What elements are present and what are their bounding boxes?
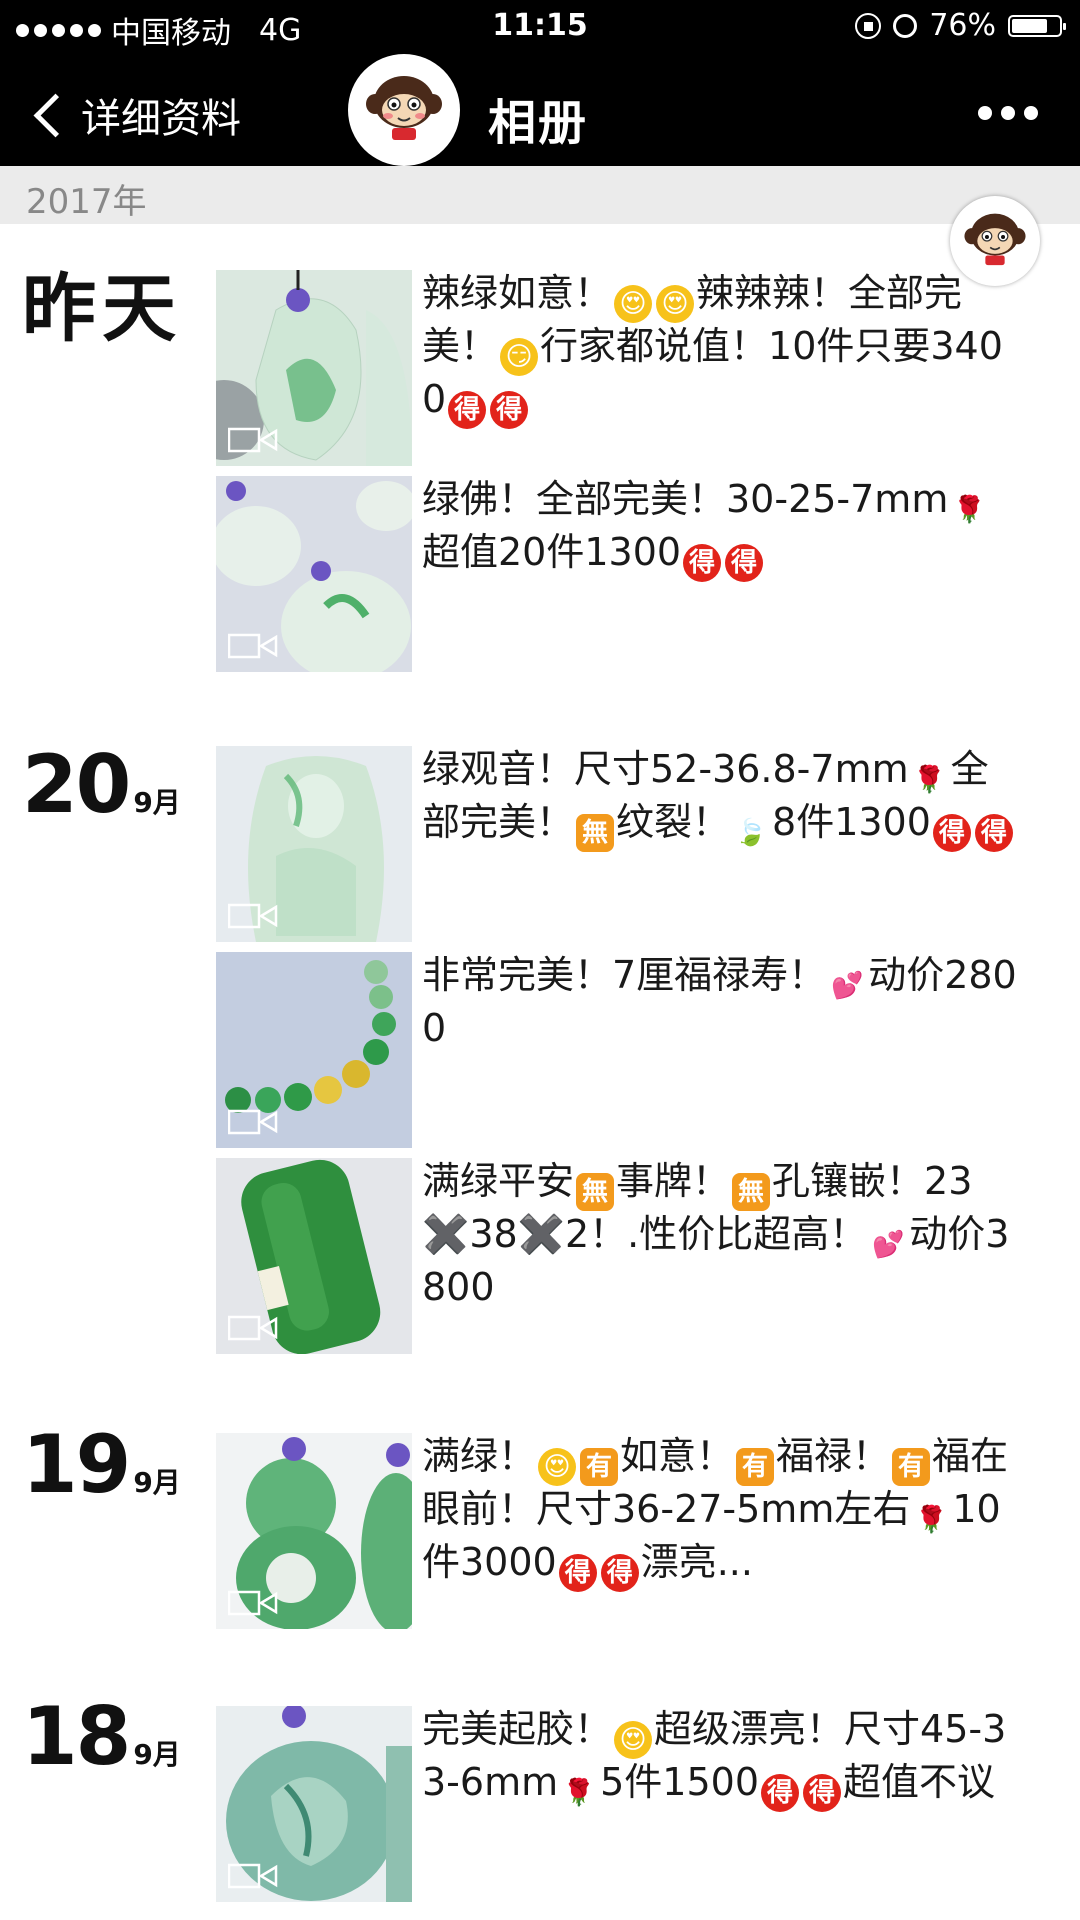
- chevron-left-icon: [33, 93, 78, 137]
- post-caption: 满绿平安無事牌！無孔镶嵌！23✖️38✖️2！.性价比超高！ 💕 动价3800: [422, 1158, 1022, 1310]
- more-options-button[interactable]: [978, 106, 1038, 120]
- month-label: 9月: [133, 786, 181, 819]
- day-label: 18 9月: [22, 1697, 181, 1777]
- caption-text: 5件1500: [600, 1760, 759, 1804]
- day-number: 19: [22, 1418, 131, 1511]
- video-camera-icon: [228, 1109, 278, 1135]
- face-emoji-icon: 😍: [538, 1448, 577, 1486]
- year-header: 2017年: [0, 166, 1080, 224]
- rose-emoji-icon: 🌹: [913, 765, 946, 795]
- alarm-icon: [893, 13, 918, 38]
- video-thumbnail[interactable]: [216, 952, 412, 1148]
- album-entry[interactable]: 完美起胶！ 😍 超级漂亮！尺寸45-33-6mm 🌹 5件1500 得得超值不议: [216, 1706, 1056, 1902]
- caption-text: 满绿！: [422, 1434, 537, 1478]
- caption-text: 漂亮...: [640, 1540, 753, 1584]
- face-emoji-icon: 😍: [656, 285, 695, 323]
- video-thumbnail[interactable]: [216, 1158, 412, 1354]
- album-entry[interactable]: 满绿！ 😍 有如意！有福禄！有福在眼前！尺寸36-27-5mm左右 🌹 10件3000 得…: [216, 1433, 1056, 1629]
- video-thumbnail[interactable]: [216, 476, 412, 672]
- month-label: 9月: [133, 1738, 181, 1771]
- de-emoji-icon: 得: [932, 814, 971, 852]
- caption-text: 8件1300: [772, 800, 931, 844]
- caption-text: 非常完美！7厘福禄寿！: [422, 953, 827, 997]
- wu-emoji-icon: 無: [576, 1173, 615, 1211]
- day-number: 18: [22, 1690, 131, 1783]
- de-emoji-icon: 得: [761, 1774, 799, 1812]
- video-camera-icon: [228, 1315, 278, 1341]
- caption-text: 如意！: [620, 1434, 735, 1478]
- post-caption: 完美起胶！ 😍 超级漂亮！尺寸45-33-6mm 🌹 5件1500 得得超值不议: [422, 1706, 1022, 1812]
- leaf-emoji-icon: 🍃: [734, 818, 768, 848]
- page-title: 相册: [488, 95, 589, 151]
- post-caption: 非常完美！7厘福禄寿！ 💕 动价2800: [422, 952, 1022, 1051]
- de-emoji-icon: 得: [558, 1554, 597, 1592]
- face-emoji-icon: 😍: [614, 1721, 653, 1759]
- nav-bar: 详细资料 相册: [0, 54, 1080, 166]
- day-label: 昨天: [22, 272, 182, 346]
- face-emoji-icon: 😍: [614, 285, 653, 323]
- de-emoji-icon: 得: [490, 391, 529, 429]
- battery-percent: 76%: [929, 8, 996, 43]
- you-emoji-icon: 有: [580, 1448, 619, 1486]
- de-emoji-icon: 得: [725, 544, 764, 582]
- de-emoji-icon: 得: [803, 1774, 841, 1812]
- video-camera-icon: [228, 903, 278, 929]
- day-label: 20 9月: [22, 745, 181, 825]
- wu-emoji-icon: 無: [732, 1173, 771, 1211]
- rose-emoji-icon: 🌹: [562, 1778, 596, 1808]
- monkey-logo-icon: [366, 76, 442, 140]
- rotation-lock-icon: [855, 12, 882, 39]
- post-caption: 满绿！ 😍 有如意！有福禄！有福在眼前！尺寸36-27-5mm左右 🌹 10件3000 得…: [422, 1433, 1022, 1592]
- caption-text: 绿佛！全部完美！30-25-7mm: [422, 477, 949, 521]
- de-emoji-icon: 得: [600, 1554, 639, 1592]
- caption-text: 纹裂！: [616, 800, 731, 844]
- rose-emoji-icon: 🌹: [953, 495, 986, 525]
- caption-text: 超值不议: [843, 1760, 996, 1804]
- day-label: 19 9月: [22, 1425, 181, 1505]
- month-label: 9月: [133, 1466, 181, 1499]
- video-camera-icon: [228, 427, 278, 453]
- post-caption: 绿佛！全部完美！30-25-7mm 🌹超值20件1300 得得: [422, 476, 1022, 582]
- de-emoji-icon: 得: [974, 814, 1013, 852]
- you-emoji-icon: 有: [892, 1448, 931, 1486]
- album-entry[interactable]: 非常完美！7厘福禄寿！ 💕 动价2800: [216, 952, 1056, 1148]
- avatar[interactable]: [348, 54, 460, 166]
- day-number: 昨天: [22, 266, 182, 352]
- battery-icon: [1008, 14, 1066, 37]
- video-camera-icon: [228, 633, 278, 659]
- video-thumbnail[interactable]: [216, 746, 412, 942]
- video-thumbnail[interactable]: [216, 1706, 412, 1902]
- status-bar: 中国移动 4G 11:15 76%: [0, 0, 1080, 56]
- heart-emoji-icon: 💕: [872, 1230, 905, 1260]
- video-thumbnail[interactable]: [216, 270, 412, 466]
- back-button[interactable]: 详细资料: [30, 86, 241, 144]
- caption-text: 辣绿如意！: [422, 271, 613, 315]
- caption-text: 事牌！: [616, 1159, 731, 1203]
- year-label: 2017年: [26, 182, 147, 222]
- video-camera-icon: [228, 1863, 278, 1889]
- face-emoji-icon: 😏: [500, 338, 539, 376]
- post-caption: 绿观音！尺寸52-36.8-7mm 🌹 全部完美！無纹裂！ 🍃 8件1300 得得: [422, 746, 1022, 852]
- de-emoji-icon: 得: [683, 544, 722, 582]
- video-camera-icon: [228, 1590, 278, 1616]
- video-thumbnail[interactable]: [216, 1433, 412, 1629]
- post-caption: 辣绿如意！ 😍 😍 辣辣辣！全部完美！ 😏 行家都说值！10件只要3400 得得: [422, 270, 1022, 429]
- caption-text: 超值20件1300: [422, 530, 682, 574]
- heart-emoji-icon: 💕: [831, 971, 864, 1001]
- album-entry[interactable]: 辣绿如意！ 😍 😍 辣辣辣！全部完美！ 😏 行家都说值！10件只要3400 得得: [216, 270, 1056, 466]
- album-entry[interactable]: 满绿平安無事牌！無孔镶嵌！23✖️38✖️2！.性价比超高！ 💕 动价3800: [216, 1158, 1056, 1354]
- caption-text: 绿观音！尺寸52-36.8-7mm: [422, 747, 909, 791]
- you-emoji-icon: 有: [736, 1448, 775, 1486]
- album-entry[interactable]: 绿佛！全部完美！30-25-7mm 🌹超值20件1300 得得: [216, 476, 1056, 672]
- caption-text: 完美起胶！: [422, 1707, 613, 1751]
- caption-text: 福禄！: [776, 1434, 891, 1478]
- caption-text: 满绿平安: [422, 1159, 575, 1203]
- day-number: 20: [22, 738, 131, 831]
- rose-emoji-icon: 🌹: [915, 1505, 948, 1535]
- back-label: 详细资料: [81, 96, 241, 142]
- wu-emoji-icon: 無: [576, 814, 615, 852]
- album-entry[interactable]: 绿观音！尺寸52-36.8-7mm 🌹 全部完美！無纹裂！ 🍃 8件1300 得得: [216, 746, 1056, 942]
- de-emoji-icon: 得: [448, 391, 487, 429]
